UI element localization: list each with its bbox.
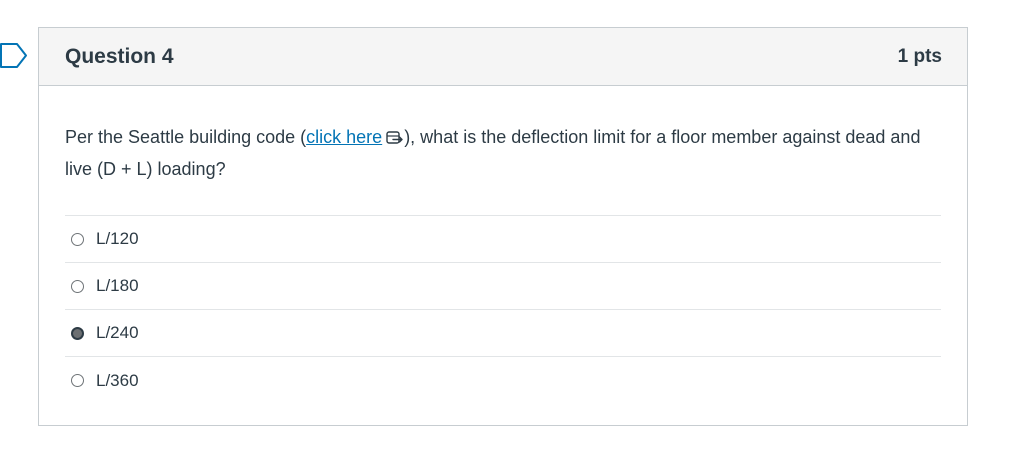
answer-option[interactable]: L/240	[65, 310, 941, 357]
answer-label: L/240	[96, 323, 139, 342]
question-title: Question 4	[65, 44, 174, 68]
answer-option[interactable]: L/360	[65, 357, 941, 404]
external-link-icon[interactable]	[386, 124, 404, 154]
answer-radio[interactable]	[71, 374, 84, 387]
answer-label: L/120	[96, 229, 139, 248]
answer-label: L/180	[96, 276, 139, 295]
question-points: 1 pts	[897, 45, 942, 67]
question-body: Per the Seattle building code (click her…	[39, 86, 967, 404]
answer-option[interactable]: L/120	[65, 216, 941, 263]
answer-label: L/360	[96, 370, 139, 390]
answer-radio[interactable]	[71, 326, 84, 340]
answer-radio[interactable]	[71, 232, 84, 246]
question-text: Per the Seattle building code (click her…	[65, 122, 941, 184]
code-link-label[interactable]: click here	[306, 127, 382, 147]
question-card: Question 4 1 pts Per the Seattle buildin…	[38, 27, 968, 426]
answer-radio[interactable]	[71, 279, 84, 293]
answer-list: L/120 L/180 L/240 L/360	[65, 215, 941, 404]
answer-option[interactable]: L/180	[65, 263, 941, 310]
flag-question-icon[interactable]	[0, 43, 28, 69]
code-link[interactable]: click here	[306, 127, 382, 147]
question-text-start: Per the Seattle building code (	[65, 127, 307, 147]
question-header: Question 4 1 pts	[39, 28, 967, 86]
